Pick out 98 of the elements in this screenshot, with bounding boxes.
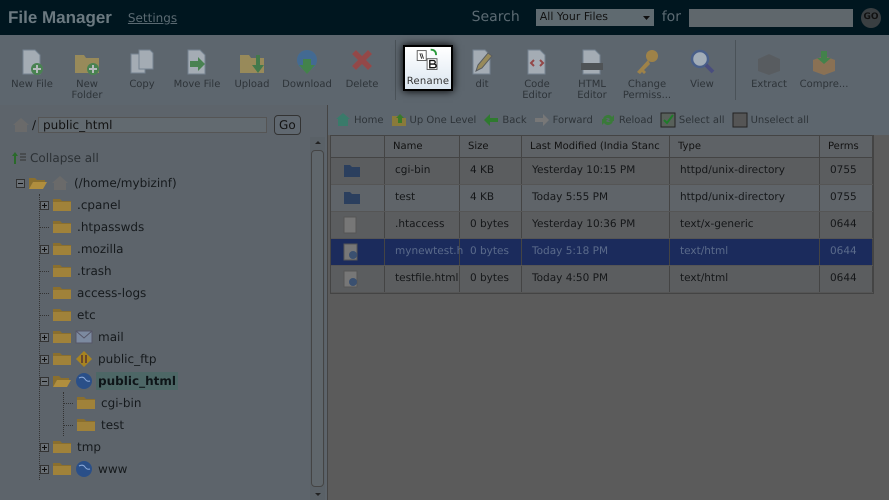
folder-icon	[76, 396, 96, 410]
go-button[interactable]: Go	[274, 115, 301, 135]
table-cell: 0755	[820, 158, 873, 184]
folder-icon	[343, 191, 361, 205]
back-icon	[483, 112, 500, 128]
table-cell: Today 5:55 PM	[522, 185, 670, 211]
tree-item[interactable]: access-logs	[75, 284, 148, 302]
caret-icon	[642, 16, 650, 20]
tree-item[interactable]: .mozilla	[75, 240, 126, 258]
tree-item[interactable]: (/home/mybizinf)	[72, 174, 179, 192]
forward-icon	[534, 112, 550, 128]
tree-item[interactable]: .trash	[75, 262, 114, 280]
table-cell: httpd/unix-directory	[670, 158, 820, 184]
collapse-icon	[12, 152, 26, 164]
table-cell: .htaccess	[385, 212, 460, 238]
table-cell: text/html	[670, 239, 820, 265]
table-cell: Yesterday 10:15 PM	[522, 158, 670, 184]
table-cell: 0644	[820, 212, 873, 238]
app-title: File Manager	[8, 6, 112, 29]
tree-item[interactable]: test	[99, 416, 126, 434]
collapse-toggle[interactable]	[40, 376, 49, 386]
folder-icon	[52, 308, 72, 322]
table-cell: 4 KB	[460, 158, 522, 184]
table-cell: Today 4:50 PM	[522, 266, 670, 292]
table-cell: 0 bytes	[460, 266, 522, 292]
folder-icon	[52, 462, 72, 476]
file-row[interactable]: .htaccess 0 bytes Yesterday 10:36 PM text/x-generic 0644	[331, 212, 873, 239]
expand-toggle[interactable]	[40, 464, 49, 474]
column-header[interactable]: Perms	[820, 136, 873, 157]
folder-icon	[52, 330, 72, 344]
folder-icon	[52, 242, 72, 256]
folder-icon	[52, 264, 72, 278]
path-field[interactable]: public_html	[38, 117, 268, 133]
home-icon	[335, 112, 351, 128]
folder-icon	[52, 440, 72, 454]
check-icon	[660, 112, 676, 128]
reload-icon	[600, 112, 616, 128]
document-icon	[343, 216, 357, 234]
file-row[interactable]: testfile.html 0 bytes Today 4:50 PM text/html 0644	[331, 266, 873, 293]
envelope-icon	[75, 330, 93, 344]
path-prefix: /	[32, 117, 36, 134]
folder-icon	[52, 220, 72, 234]
folder-icon	[76, 418, 96, 432]
expand-toggle[interactable]	[40, 200, 49, 210]
table-cell: text/x-generic	[670, 212, 820, 238]
uncheck-icon	[732, 112, 748, 128]
tree-item[interactable]: public_ftp	[96, 350, 158, 368]
column-header[interactable]: Name	[385, 136, 460, 157]
collapse-toggle[interactable]	[16, 178, 25, 188]
globe-icon	[75, 460, 93, 478]
expand-toggle[interactable]	[40, 442, 49, 452]
file-row[interactable]: mynewtest.h 0 bytes Today 5:18 PM text/html 0644	[331, 239, 873, 266]
table-cell: Yesterday 10:36 PM	[522, 212, 670, 238]
table-cell: mynewtest.h	[385, 239, 460, 265]
table-cell: testfile.html	[385, 266, 460, 292]
column-header[interactable]: Size	[460, 136, 522, 157]
column-header[interactable]: Type	[670, 136, 820, 157]
expand-toggle[interactable]	[40, 354, 49, 364]
tree-item[interactable]: www	[96, 460, 130, 478]
globe-icon	[75, 372, 93, 390]
for-label: for	[662, 8, 681, 27]
ftp-icon	[75, 350, 93, 368]
folder-icon	[52, 198, 72, 212]
table-cell: Today 5:18 PM	[522, 239, 670, 265]
folder-icon	[52, 352, 72, 366]
search-field[interactable]	[689, 8, 853, 26]
search-label: Search	[472, 8, 520, 27]
search-scope-dropdown[interactable]: All Your Files	[536, 9, 654, 26]
tree-item[interactable]: .cpanel	[75, 196, 123, 214]
tree-item[interactable]: cgi-bin	[99, 394, 144, 412]
up-icon	[390, 112, 407, 128]
expand-toggle[interactable]	[40, 332, 49, 342]
settings-link[interactable]: Settings	[128, 8, 178, 26]
tree-item[interactable]: .htpasswds	[75, 218, 146, 236]
table-cell: 0755	[820, 185, 873, 211]
table-cell: text/html	[670, 266, 820, 292]
table-cell: 0644	[820, 266, 873, 292]
table-cell: httpd/unix-directory	[670, 185, 820, 211]
table-cell: 0644	[820, 239, 873, 265]
file-row[interactable]: test 4 KB Today 5:55 PM httpd/unix-directory 0755	[331, 185, 873, 212]
tree-item[interactable]: tmp	[75, 438, 104, 456]
expand-toggle[interactable]	[40, 244, 49, 254]
table-cell: test	[385, 185, 460, 211]
column-header[interactable]: Last Modified (India Stanc	[522, 136, 670, 157]
file-row[interactable]: cgi-bin 4 KB Yesterday 10:15 PM httpd/unix-directory 0755	[331, 158, 873, 185]
folder-icon	[343, 164, 361, 178]
table-cell: cgi-bin	[385, 158, 460, 184]
open-folder-icon	[28, 176, 48, 190]
web-page-icon	[343, 243, 359, 261]
tree-item[interactable]: public_html	[96, 372, 178, 390]
table-cell: 4 KB	[460, 185, 522, 211]
table-cell: 0 bytes	[460, 212, 522, 238]
open-folder-icon	[52, 374, 72, 388]
web-page-icon	[343, 270, 359, 288]
tree-item[interactable]: mail	[96, 328, 126, 346]
rename-button[interactable]: Rename	[403, 45, 453, 91]
folder-icon	[52, 286, 72, 300]
tree-item[interactable]: etc	[75, 306, 98, 324]
